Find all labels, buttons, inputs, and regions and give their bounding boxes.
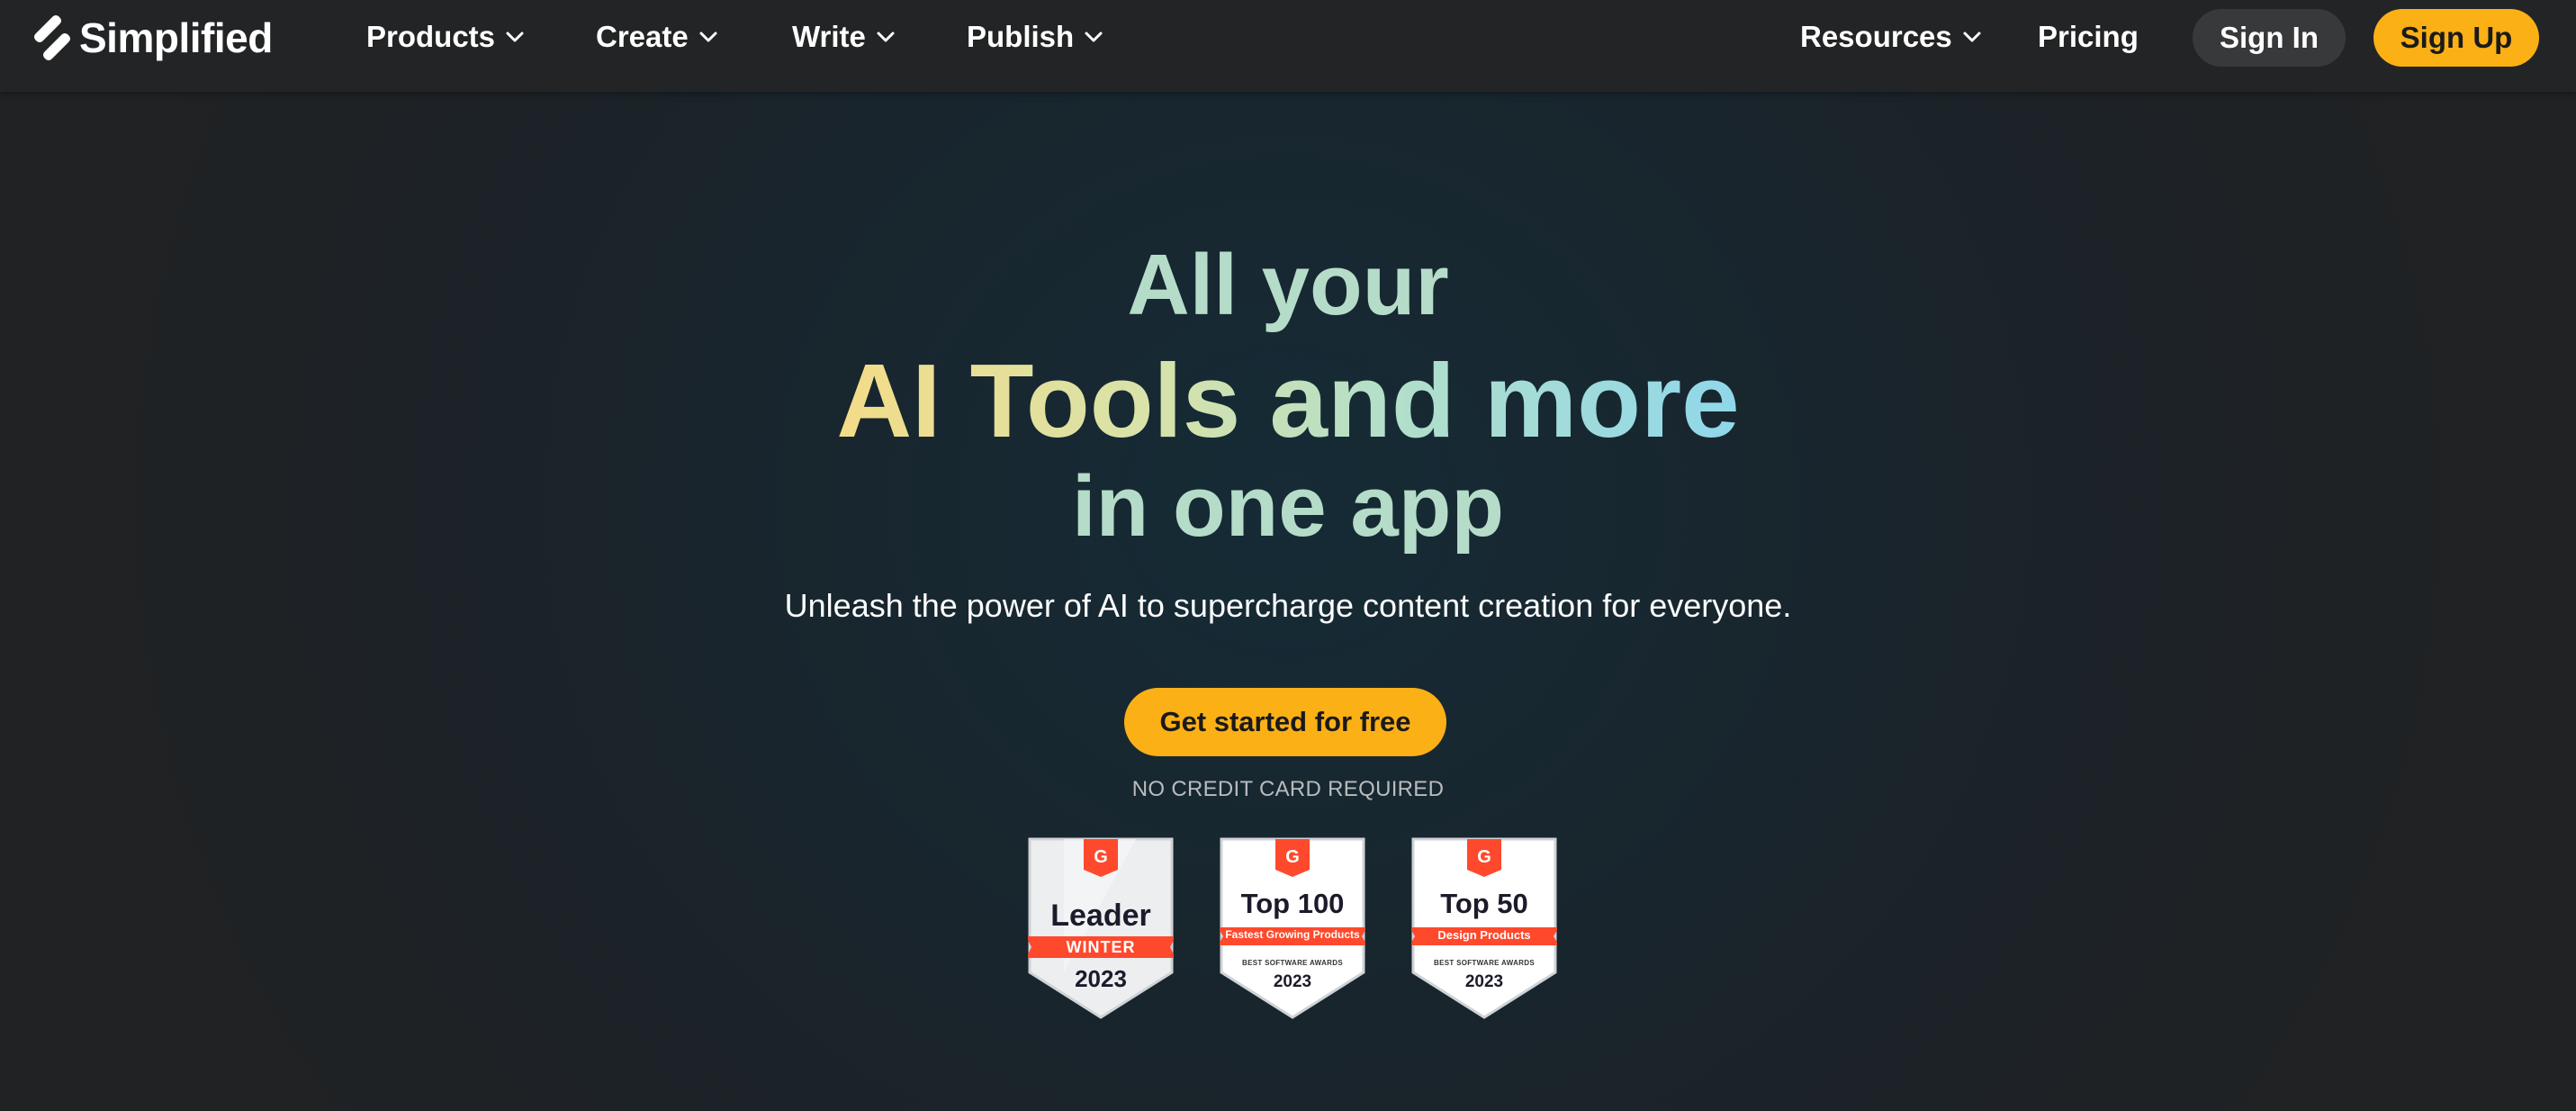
page: Simplified Products Create Write Publish… — [0, 0, 2576, 1111]
simplified-logo-icon — [34, 15, 70, 60]
logo[interactable]: Simplified — [31, 9, 273, 67]
nav-write[interactable]: Write — [792, 16, 896, 58]
nav-publish[interactable]: Publish — [967, 16, 1104, 58]
nav-write-label: Write — [792, 20, 866, 53]
chevron-down-icon — [877, 32, 895, 42]
hero-subtitle: Unleash the power of AI to supercharge c… — [784, 587, 1792, 624]
badge-year: 2023 — [1464, 972, 1504, 991]
badge-title: Top 100 — [1240, 888, 1345, 919]
badge-year: 2023 — [1273, 972, 1312, 991]
g2-badge-top100: G Top 100 Fastest Growing Products BEST … — [1220, 837, 1365, 1019]
badge-title: Top 50 — [1440, 888, 1528, 919]
svg-text:G: G — [1094, 847, 1108, 867]
hero-title-line-2-wrap: AI Tools and more — [0, 342, 2576, 459]
get-started-button[interactable]: Get started for free — [1124, 688, 1446, 756]
chevron-down-icon — [506, 32, 524, 42]
nav-create-label: Create — [596, 20, 689, 53]
hero-title-line-3: in one app — [1072, 458, 1504, 555]
sign-in-button[interactable]: Sign In — [2193, 9, 2346, 67]
nav-create[interactable]: Create — [596, 16, 719, 58]
hero-title-line-2: AI Tools and more — [836, 342, 1740, 459]
top-nav: Simplified Products Create Write Publish… — [0, 0, 2576, 92]
g2-badge-top50: G Top 50 Design Products BEST SOFTWARE A… — [1411, 837, 1557, 1019]
chevron-down-icon — [1085, 32, 1103, 42]
svg-text:G: G — [1285, 847, 1300, 867]
badge-ribbon: Fastest Growing Products — [1225, 928, 1360, 941]
nav-resources-label: Resources — [1800, 20, 1952, 53]
no-credit-card-note: NO CREDIT CARD REQUIRED — [1131, 777, 1445, 801]
nav-products-label: Products — [366, 20, 496, 53]
nav-publish-label: Publish — [967, 20, 1075, 53]
sign-up-button[interactable]: Sign Up — [2373, 9, 2539, 67]
badge-year: 2023 — [1075, 965, 1127, 992]
svg-text:G: G — [1477, 847, 1491, 867]
nav-products[interactable]: Products — [366, 16, 526, 58]
badge-ribbon: WINTER — [1066, 938, 1136, 956]
g2-badge-leader: G Leader WINTER 2023 — [1028, 837, 1174, 1019]
chevron-down-icon — [699, 32, 717, 42]
badge-ribbon: Design Products — [1437, 928, 1531, 942]
nav-pricing-label: Pricing — [2038, 20, 2139, 53]
hero-title-line-1: All your — [1127, 237, 1449, 333]
logo-text: Simplified — [79, 14, 273, 61]
badge-award: BEST SOFTWARE AWARDS — [1242, 959, 1343, 967]
nav-pricing[interactable]: Pricing — [2038, 16, 2139, 58]
badge-award: BEST SOFTWARE AWARDS — [1434, 959, 1535, 967]
chevron-down-icon — [1963, 32, 1981, 42]
badge-title: Leader — [1050, 899, 1151, 933]
nav-resources[interactable]: Resources — [1800, 16, 1983, 58]
